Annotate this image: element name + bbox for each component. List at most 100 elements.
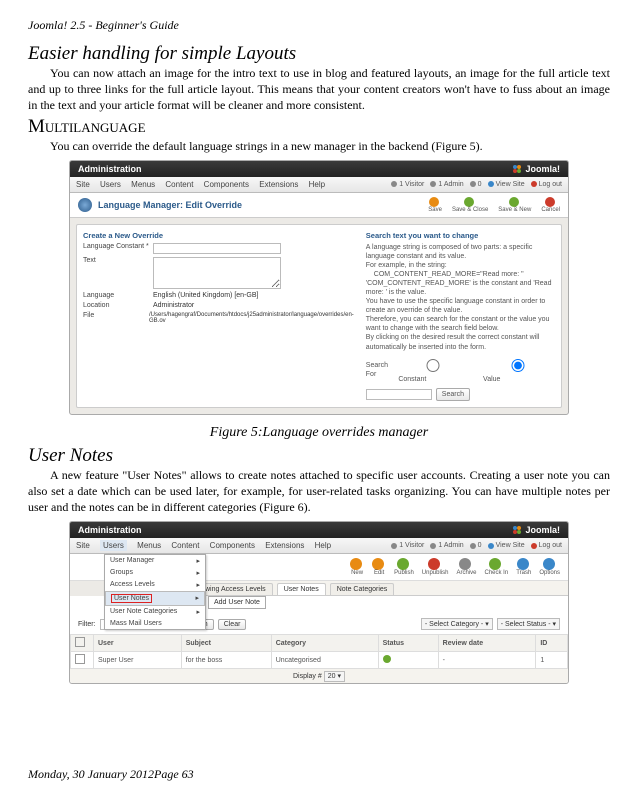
radio-value[interactable]: Value xyxy=(483,356,555,384)
footer-date: Monday, 30 January 2012 xyxy=(28,767,154,782)
help-text-4: Therefore, you can search for the consta… xyxy=(366,315,555,333)
running-head: Joomla! 2.5 - Beginner's Guide xyxy=(28,18,610,33)
joomla-icon xyxy=(512,525,522,535)
menu-menus[interactable]: Menus xyxy=(131,180,155,189)
label-location: Location xyxy=(83,302,153,309)
toolbar-actions: Save Save & Close Save & New Cancel xyxy=(428,197,560,213)
menu-extensions[interactable]: Extensions xyxy=(259,180,298,189)
menu2-users[interactable]: Users xyxy=(100,540,127,551)
dd-user-note-categories[interactable]: User Note Categories▸ xyxy=(105,606,205,618)
status2-view-site[interactable]: View Site xyxy=(488,542,525,549)
search-input[interactable] xyxy=(366,389,432,400)
save-close-button[interactable]: Save & Close xyxy=(452,197,488,213)
options-button[interactable]: Options xyxy=(539,558,560,576)
checkin-button[interactable]: Check In xyxy=(485,558,509,576)
col-category[interactable]: Category xyxy=(271,635,378,652)
status-mail[interactable]: 0 xyxy=(470,181,482,188)
menu-users[interactable]: Users xyxy=(100,180,121,189)
radio-constant[interactable]: Constant xyxy=(398,356,479,384)
publish-button[interactable]: Publish xyxy=(394,558,414,576)
menu2-content[interactable]: Content xyxy=(171,541,199,550)
users-dropdown: User Manager▸ Groups▸ Access Levels▸ Use… xyxy=(104,554,206,630)
label-language: Language xyxy=(83,292,153,299)
row-checkbox[interactable] xyxy=(75,654,85,664)
section-title-layouts: Easier handling for simple Layouts xyxy=(28,43,610,65)
menu-components[interactable]: Components xyxy=(204,180,249,189)
component-title: Language Manager: Edit Override xyxy=(98,200,242,210)
select-category[interactable]: - Select Category - ▾ xyxy=(421,618,493,630)
page-footer: Monday, 30 January 2012 Page 63 xyxy=(28,767,610,782)
status-view-site[interactable]: View Site xyxy=(488,181,525,188)
tab-user-notes[interactable]: User Notes xyxy=(277,583,326,595)
main-menu: Site Users Menus Content Components Exte… xyxy=(70,177,568,193)
status2-logout[interactable]: Log out xyxy=(531,542,562,549)
input-constant[interactable] xyxy=(153,243,281,254)
display-select[interactable]: 20 ▾ xyxy=(324,671,345,682)
figure-5-screenshot: Administration Joomla! Site Users Menus … xyxy=(69,160,569,415)
edit-button[interactable]: Edit xyxy=(372,558,386,576)
cell-review-date: - xyxy=(438,652,536,669)
dd-submenu-add-note[interactable]: Add User Note xyxy=(208,596,266,609)
col-status[interactable]: Status xyxy=(378,635,438,652)
save-button[interactable]: Save xyxy=(428,197,442,213)
body-usernotes: A new feature "User Notes" allows to cre… xyxy=(28,467,610,516)
display-label: Display # xyxy=(293,673,322,680)
component-title-bar: Language Manager: Edit Override Save Sav… xyxy=(70,193,568,218)
menu-site[interactable]: Site xyxy=(76,180,90,189)
section-title-multilang: Multilanguage xyxy=(28,116,610,138)
help-text-2c: 'COM_CONTENT_READ_MORE' is the constant … xyxy=(366,279,555,297)
col-subject[interactable]: Subject xyxy=(181,635,271,652)
override-panel: Create a New Override Language Constant … xyxy=(76,224,562,408)
search-button[interactable]: Search xyxy=(436,388,470,401)
dd-mass-mail[interactable]: Mass Mail Users xyxy=(105,618,205,629)
menu2-extensions[interactable]: Extensions xyxy=(265,541,304,550)
tab-note-categories[interactable]: Note Categories xyxy=(330,583,395,595)
filter-clear-button[interactable]: Clear xyxy=(218,619,247,630)
dd-groups[interactable]: Groups▸ xyxy=(105,567,205,579)
cell-category: Uncategorised xyxy=(271,652,378,669)
col-review-date[interactable]: Review date xyxy=(438,635,536,652)
joomla-icon xyxy=(512,164,522,174)
unpublish-button[interactable]: Unpublish xyxy=(422,558,449,576)
panel-title: Create a New Override xyxy=(83,231,358,240)
dd-access-levels[interactable]: Access Levels▸ xyxy=(105,579,205,591)
status2-mail[interactable]: 0 xyxy=(470,542,482,549)
menu2-components[interactable]: Components xyxy=(210,541,255,550)
menu2-help[interactable]: Help xyxy=(315,541,331,550)
col-id[interactable]: ID xyxy=(536,635,568,652)
archive-button[interactable]: Archive xyxy=(456,558,476,576)
table-row[interactable]: Super User for the boss Uncategorised - … xyxy=(71,652,568,669)
main-menu-2: Site Users Menus Content Components Exte… xyxy=(70,538,568,554)
input-text[interactable] xyxy=(153,257,281,289)
checkbox-all[interactable] xyxy=(75,637,85,647)
status2-admin: 1 Admin xyxy=(430,542,463,549)
joomla-logo-2: Joomla! xyxy=(512,525,560,535)
cell-subject: for the boss xyxy=(181,652,271,669)
dd-user-manager[interactable]: User Manager▸ xyxy=(105,555,205,567)
menu2-site[interactable]: Site xyxy=(76,541,90,550)
col-user[interactable]: User xyxy=(94,635,182,652)
menu-content[interactable]: Content xyxy=(165,180,193,189)
trash-button[interactable]: Trash xyxy=(516,558,531,576)
save-new-button[interactable]: Save & New xyxy=(498,197,531,213)
menu2-menus[interactable]: Menus xyxy=(137,541,161,550)
menu-help[interactable]: Help xyxy=(309,180,325,189)
figure-6-screenshot: Administration Joomla! Site Users Menus … xyxy=(69,521,569,684)
help-text-3: You have to use the specific language co… xyxy=(366,297,555,315)
admin-titlebar-2: Administration Joomla! xyxy=(70,522,568,538)
new-button[interactable]: New xyxy=(350,558,364,576)
label-file: File xyxy=(83,312,149,319)
status-icon[interactable] xyxy=(383,655,391,663)
help-text-2a: For example, in the string: xyxy=(366,261,555,270)
body-multilang: You can override the default language st… xyxy=(28,138,610,154)
notes-table: User Subject Category Status Review date… xyxy=(70,634,568,669)
admin-titlebar: Administration Joomla! xyxy=(70,161,568,177)
status-logout[interactable]: Log out xyxy=(531,181,562,188)
dd-user-notes[interactable]: User Notes▸ xyxy=(105,591,205,606)
label-constant: Language Constant * xyxy=(83,243,153,250)
cancel-button[interactable]: Cancel xyxy=(541,197,560,213)
searchfor-label: Search For xyxy=(366,361,395,379)
select-status[interactable]: - Select Status - ▾ xyxy=(497,618,560,630)
figure-5-caption: Figure 5:Language overrides manager xyxy=(28,425,610,441)
value-language: English (United Kingdom) [en-GB] xyxy=(153,292,258,299)
